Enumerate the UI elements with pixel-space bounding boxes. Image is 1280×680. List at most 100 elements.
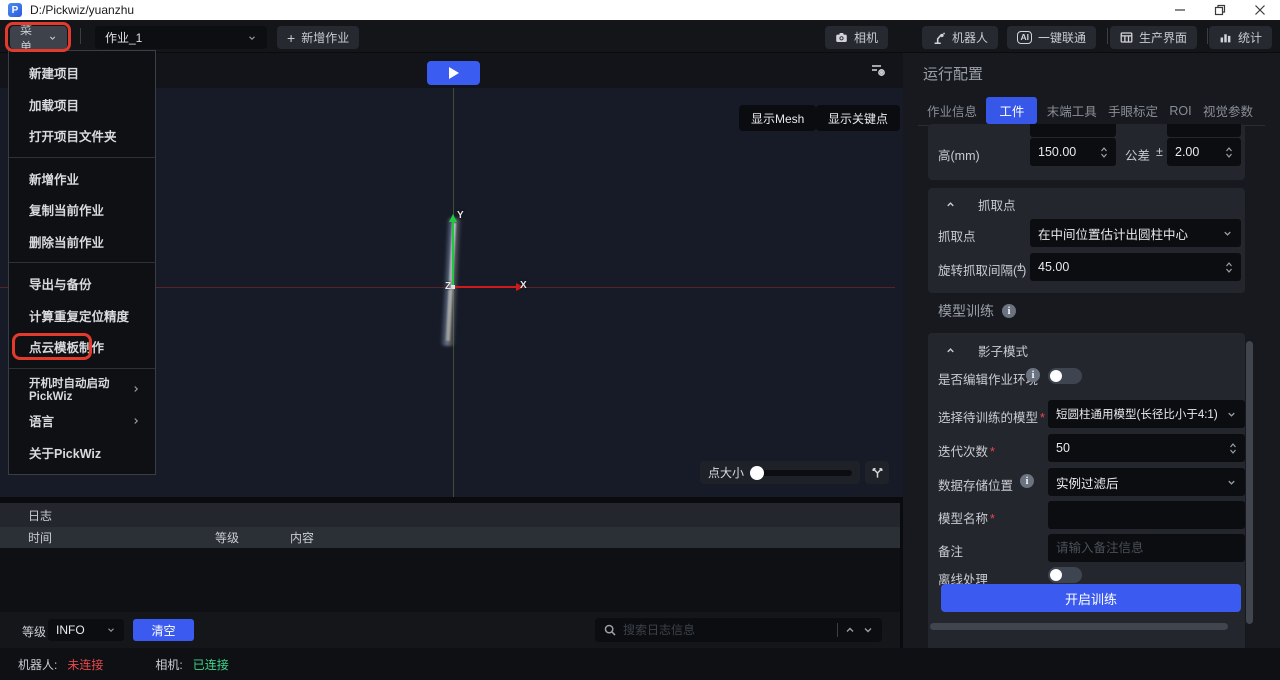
collapse-icon (945, 345, 956, 356)
menu-item-repeat-accuracy[interactable]: 计算重复定位精度 (9, 300, 155, 332)
storage-value: 实例过滤后 (1056, 473, 1226, 492)
minimize-icon[interactable] (1160, 0, 1200, 20)
tab-hand-eye-calib[interactable]: 手眼标定 (1106, 97, 1160, 124)
model-name-input[interactable] (1056, 508, 1237, 522)
slider-knob[interactable] (750, 466, 764, 480)
z-axis-label: Z (445, 281, 451, 292)
info-icon[interactable]: i (1002, 304, 1016, 318)
display-settings-icon[interactable] (868, 60, 888, 80)
log-search-input[interactable] (623, 623, 831, 637)
play-button[interactable] (427, 61, 480, 85)
iterations-input[interactable] (1056, 441, 1229, 455)
job-select[interactable]: 作业_1 (95, 26, 267, 49)
menu-item-new-project[interactable]: 新建项目 (9, 57, 155, 89)
stepper-icon[interactable] (1100, 147, 1108, 158)
stats-button[interactable]: 统计 (1209, 26, 1272, 49)
log-title: 日志 (28, 507, 52, 524)
axis-view-icon (870, 465, 885, 480)
menu-item-language[interactable]: 语言 (9, 405, 155, 437)
menu-button[interactable]: 菜单 (10, 26, 67, 49)
log-col-time: 时间 (0, 529, 215, 546)
menu-item-copy-job[interactable]: 复制当前作业 (9, 194, 155, 226)
chevron-down-icon (1226, 477, 1237, 488)
menu-item-about[interactable]: 关于PickWiz (9, 437, 155, 469)
search-next-icon[interactable] (862, 624, 874, 636)
menu-item-pointcloud-template[interactable]: 点云模板制作 (9, 331, 155, 363)
rotation-interval-input[interactable] (1038, 260, 1225, 274)
tab-roi[interactable]: ROI (1167, 100, 1193, 122)
grasp-point-label: 抓取点 (938, 226, 976, 245)
storage-select[interactable]: 实例过滤后 (1048, 468, 1245, 496)
menu-item-autostart[interactable]: 开机时自动启动PickWiz (9, 374, 155, 406)
height-input-box (1030, 138, 1116, 166)
grasp-section-title: 抓取点 (978, 195, 1016, 214)
plus-minus-sign: ± (1156, 145, 1163, 159)
status-bar: 机器人: 未连接 相机: 已连接 (0, 648, 1280, 680)
clipped-input (1030, 124, 1116, 137)
grasp-point-select[interactable]: 在中间位置估计出圆柱中心 (1030, 219, 1241, 247)
train-model-label-text: 选择待训练的模型 (938, 411, 1038, 425)
edit-env-toggle[interactable] (1048, 368, 1082, 384)
robot-icon (932, 31, 946, 45)
stepper-icon[interactable] (1225, 147, 1233, 158)
toolbar-divider (1107, 28, 1108, 44)
tolerance-input[interactable] (1175, 145, 1225, 159)
menu-item-label: 复制当前作业 (29, 200, 141, 219)
edit-env-label: 是否编辑作业环境 (938, 369, 1038, 388)
one-key-link-button[interactable]: AI 一键联通 (1007, 26, 1096, 49)
info-icon[interactable]: i (1026, 368, 1040, 382)
log-search-box (595, 618, 882, 642)
rotation-interval-label: 旋转抓取间隔(°) (938, 260, 1026, 279)
clipped-input (1167, 124, 1241, 137)
show-mesh-button[interactable]: 显示Mesh (739, 105, 816, 131)
menu-item-open-project-folder[interactable]: 打开项目文件夹 (9, 120, 155, 152)
chevron-down-icon (1226, 409, 1237, 420)
menu-item-delete-job[interactable]: 删除当前作业 (9, 226, 155, 258)
camera-button[interactable]: 相机 (825, 26, 888, 49)
menu-item-load-project[interactable]: 加载项目 (9, 89, 155, 121)
log-level-select[interactable]: INFO (48, 619, 124, 641)
restore-icon[interactable] (1200, 0, 1240, 20)
tab-end-tool[interactable]: 末端工具 (1045, 97, 1099, 124)
height-input[interactable] (1038, 145, 1100, 159)
axis-view-button[interactable] (865, 461, 889, 484)
chevron-down-icon (1222, 228, 1233, 239)
close-icon[interactable] (1240, 0, 1280, 20)
robot-button[interactable]: 机器人 (922, 26, 998, 49)
production-ui-button[interactable]: 生产界面 (1110, 26, 1197, 49)
add-job-button[interactable]: + 新增作业 (277, 26, 359, 49)
toolbar: 菜单 作业_1 + 新增作业 相机 机器人 AI (0, 20, 1280, 53)
stats-label: 统计 (1238, 29, 1262, 46)
train-model-select[interactable]: 短圆柱通用模型(长径比小于4:1) (1048, 400, 1245, 428)
origin-marker (451, 285, 455, 289)
horizontal-scrollbar[interactable] (930, 623, 1228, 630)
vertical-scrollbar[interactable] (1246, 341, 1253, 624)
point-size-slider[interactable] (752, 470, 852, 476)
menu-item-label: 计算重复定位精度 (29, 306, 141, 325)
log-clear-button[interactable]: 清空 (133, 619, 194, 641)
tab-job-info[interactable]: 作业信息 (925, 97, 979, 124)
menu-item-label: 开机时自动启动PickWiz (29, 375, 131, 403)
iterations-input-box (1048, 434, 1245, 462)
menu-item-export-backup[interactable]: 导出与备份 (9, 268, 155, 300)
tab-workpiece[interactable]: 工件 (986, 97, 1037, 124)
log-clear-label: 清空 (151, 622, 175, 639)
shadow-section-header[interactable]: 影子模式 (945, 341, 1028, 360)
remark-input[interactable] (1056, 541, 1237, 555)
menu-item-new-job[interactable]: 新增作业 (9, 163, 155, 195)
log-header: 日志 (0, 503, 900, 527)
search-prev-icon[interactable] (844, 624, 856, 636)
point-size-control: 点大小 (700, 461, 860, 484)
offline-toggle[interactable] (1048, 567, 1082, 583)
start-training-button[interactable]: 开启训练 (941, 584, 1241, 612)
info-icon[interactable]: i (1020, 474, 1034, 488)
stepper-icon[interactable] (1225, 262, 1233, 273)
grasp-section-header[interactable]: 抓取点 (945, 195, 1016, 214)
tab-vision-params[interactable]: 视觉参数 (1201, 97, 1255, 124)
show-keypoints-button[interactable]: 显示关键点 (816, 105, 900, 131)
required-mark: * (990, 512, 995, 526)
log-body (0, 548, 900, 612)
y-axis-label: Y (457, 210, 464, 221)
title-bar: P D:/Pickwiz/yuanzhu (0, 0, 1280, 20)
stepper-icon[interactable] (1229, 443, 1237, 454)
